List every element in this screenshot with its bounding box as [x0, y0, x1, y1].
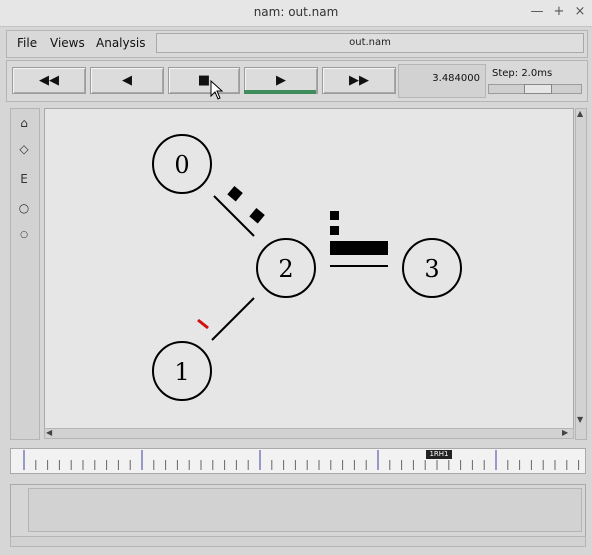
- network-graph: 0 1 2 3: [152, 134, 462, 401]
- dropped-packet: [197, 318, 209, 330]
- step-back-button[interactable]: ◀: [90, 67, 164, 94]
- circle-icon[interactable]: ○: [13, 198, 35, 218]
- link-0-2: [213, 195, 255, 237]
- step-slider-knob[interactable]: [524, 84, 552, 94]
- fast-forward-button[interactable]: ▶▶: [322, 67, 396, 94]
- timeline-ticks: [23, 450, 580, 470]
- timeline-marker[interactable]: 1RH1: [426, 450, 452, 459]
- link-1-2: [211, 297, 255, 341]
- menu-views[interactable]: Views: [50, 36, 85, 50]
- monitor-area[interactable]: [28, 488, 582, 532]
- mouse-cursor-icon: [210, 80, 224, 100]
- play-indicator: [244, 90, 316, 94]
- vertical-scrollbar[interactable]: [575, 108, 587, 440]
- node-0-label: 0: [174, 151, 189, 179]
- minimize-icon[interactable]: —: [530, 4, 544, 20]
- zoom-in-icon[interactable]: ⌂: [13, 113, 35, 133]
- maximize-icon[interactable]: +: [552, 4, 566, 20]
- monitor-scrollbar[interactable]: [10, 536, 586, 547]
- filename-display: out.nam: [156, 33, 584, 53]
- node-1-label: 1: [174, 358, 189, 386]
- packet: [249, 207, 265, 224]
- horizontal-scrollbar[interactable]: [44, 428, 574, 439]
- packet: [330, 226, 339, 235]
- packet-queue: [330, 241, 388, 255]
- scroll-down-icon[interactable]: ▼: [577, 416, 583, 424]
- rewind-fast-button[interactable]: ◀◀: [12, 67, 86, 94]
- scroll-up-icon[interactable]: ▲: [577, 110, 583, 118]
- packet: [227, 185, 243, 202]
- close-icon[interactable]: ×: [573, 4, 587, 20]
- node-3-label: 3: [424, 255, 439, 283]
- stop-button[interactable]: ■: [168, 67, 240, 94]
- window-title: nam: out.nam: [253, 5, 339, 19]
- scroll-right-icon[interactable]: ▶: [562, 429, 568, 437]
- edit-icon[interactable]: E: [13, 169, 35, 189]
- menu-file[interactable]: File: [17, 36, 37, 50]
- node-2-label: 2: [278, 255, 293, 283]
- small-circle-icon[interactable]: ○: [13, 225, 35, 245]
- zoom-out-icon[interactable]: ◇: [13, 139, 35, 159]
- current-time: 3.484000: [432, 73, 480, 84]
- scroll-left-icon[interactable]: ◀: [46, 429, 52, 437]
- packet: [330, 211, 339, 220]
- menu-analysis[interactable]: Analysis: [96, 36, 145, 50]
- step-label: Step: 2.0ms: [492, 68, 553, 79]
